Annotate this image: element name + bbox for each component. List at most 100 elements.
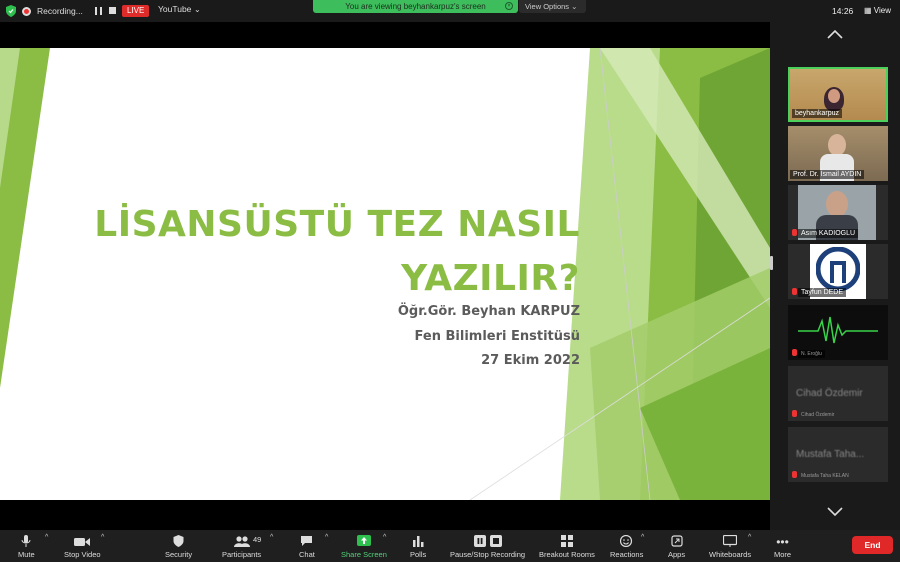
participant-tile[interactable]: Prof. Dr. İsmail AYDIN <box>788 126 888 181</box>
slide-title-line1: LİSANSÜSTÜ TEZ NASIL <box>94 204 580 245</box>
reactions-label: Reactions <box>610 550 644 559</box>
participant-tile[interactable]: N. Eroğlu <box>788 305 888 360</box>
apps-button[interactable]: Apps <box>668 530 685 562</box>
person-face <box>826 191 848 217</box>
slide-institute: Fen Bilimleri Enstitüsü <box>414 329 580 344</box>
presentation-slide: LİSANSÜSTÜ TEZ NASIL YAZILIR? Öğr.Gör. B… <box>0 48 770 500</box>
microphone-icon <box>21 535 31 547</box>
apps-label: Apps <box>668 550 686 559</box>
mute-options-caret[interactable]: ^ <box>45 534 48 541</box>
participant-tile[interactable]: Cihad Özdemir Cihad Özdemir <box>788 366 888 421</box>
slide-presenter: Öğr.Gör. Beyhan KARPUZ <box>397 304 580 319</box>
participants-options-caret[interactable]: ^ <box>270 534 273 541</box>
recording-indicator: Recording... <box>22 3 83 19</box>
apps-icon <box>670 535 683 547</box>
view-label: View <box>873 6 891 15</box>
recording-label: Recording... <box>37 6 83 16</box>
chevron-up-icon[interactable] <box>827 30 843 39</box>
person-face <box>828 134 846 156</box>
share-screen-icon <box>356 535 371 546</box>
reactions-smiley-icon <box>620 535 633 547</box>
breakout-rooms-icon <box>560 535 573 547</box>
polls-label: Polls <box>410 550 427 559</box>
participant-tile[interactable]: Tayfun DEDE <box>788 244 888 299</box>
participant-tile[interactable]: beyhankarpuz <box>788 67 888 122</box>
pause-stop-recording-label: Pause/Stop Recording <box>450 550 526 559</box>
participants-icon <box>233 536 250 547</box>
video-camera-icon <box>74 538 91 546</box>
security-shield-icon <box>173 535 184 547</box>
muted-mic-icon <box>792 471 797 478</box>
whiteboards-options-caret[interactable]: ^ <box>748 534 751 541</box>
chat-button[interactable]: Chat <box>299 530 315 562</box>
participant-video-name: Mustafa Taha... <box>796 449 865 460</box>
pause-recording-icon[interactable] <box>95 7 102 15</box>
video-options-caret[interactable]: ^ <box>101 534 104 541</box>
pause-stop-icon <box>473 535 502 547</box>
audio-waveform <box>798 316 878 344</box>
whiteboards-label: Whiteboards <box>709 550 752 559</box>
chevron-down-icon[interactable] <box>827 507 843 516</box>
top-bar: Recording... LIVE YouTube ⌄ You are view… <box>0 0 900 22</box>
view-options-label: View Options <box>525 2 570 11</box>
reactions-button[interactable]: Reactions <box>610 530 643 562</box>
chevron-down-icon[interactable]: ⌄ <box>194 5 201 14</box>
clock: 14:26 <box>832 6 854 16</box>
reactions-options-caret[interactable]: ^ <box>641 534 644 541</box>
participant-name: Asım KADIOGLU <box>798 229 859 238</box>
mute-label: Mute <box>18 550 35 559</box>
chat-label: Chat <box>299 550 315 559</box>
participant-strip: beyhankarpuz Prof. Dr. İsmail AYDIN Asım… <box>770 22 900 530</box>
participant-name: Cihad Özdemir <box>801 412 835 418</box>
participant-name: Mustafa Taha KELAN <box>801 473 849 479</box>
recording-dot-icon <box>22 6 31 16</box>
shield-icon[interactable] <box>6 5 16 17</box>
whiteboards-button[interactable]: Whiteboards <box>709 530 751 562</box>
security-label: Security <box>165 550 193 559</box>
close-icon[interactable]: × <box>505 2 513 10</box>
muted-mic-icon <box>792 410 797 417</box>
share-screen-button[interactable]: Share Screen <box>341 530 387 562</box>
breakout-rooms-button[interactable]: Breakout Rooms <box>539 530 595 562</box>
end-meeting-button[interactable]: End <box>852 536 893 554</box>
breakout-rooms-label: Breakout Rooms <box>539 550 595 559</box>
university-logo-icon <box>816 247 860 291</box>
slide-date: 27 Ekim 2022 <box>481 353 580 368</box>
participant-video-name: Cihad Özdemir <box>796 388 863 399</box>
slide-title: LİSANSÜSTÜ TEZ NASIL YAZILIR? <box>94 198 580 306</box>
muted-mic-icon <box>792 349 797 356</box>
mute-button[interactable]: Mute <box>18 530 35 562</box>
participant-tile[interactable]: Mustafa Taha... Mustafa Taha KELAN <box>788 427 888 482</box>
participants-count: 49 <box>253 535 262 544</box>
person-face <box>828 89 840 103</box>
live-badge: LIVE <box>122 5 150 17</box>
more-button[interactable]: ••• More <box>774 530 791 562</box>
chat-bubble-icon <box>301 536 313 546</box>
share-options-caret[interactable]: ^ <box>383 534 386 541</box>
participant-tile[interactable]: Asım KADIOGLU <box>788 185 888 240</box>
stream-target-dropdown[interactable]: YouTube <box>158 4 191 14</box>
whiteboard-icon <box>723 535 738 547</box>
chat-options-caret[interactable]: ^ <box>325 534 328 541</box>
pause-stop-recording-button[interactable]: Pause/Stop Recording <box>450 530 525 562</box>
view-options-button[interactable]: View Options ⌄ <box>519 0 586 13</box>
polls-bar-icon <box>413 536 424 547</box>
participants-label: Participants <box>222 550 262 559</box>
participant-name: Tayfun DEDE <box>798 288 847 297</box>
security-button[interactable]: Security <box>165 530 192 562</box>
polls-button[interactable]: Polls <box>410 530 426 562</box>
stop-recording-icon[interactable] <box>109 7 116 14</box>
view-button[interactable]: ▦ View <box>864 6 891 15</box>
participant-name: Prof. Dr. İsmail AYDIN <box>790 170 865 179</box>
viewing-banner-text: You are viewing beyhankarpuz's screen <box>345 2 486 11</box>
viewing-banner: You are viewing beyhankarpuz's screen × <box>313 0 518 13</box>
share-screen-label: Share Screen <box>341 550 387 559</box>
slide-title-line2: YAZILIR? <box>401 258 580 299</box>
stop-video-label: Stop Video <box>64 550 101 559</box>
meeting-toolbar: Mute ^ Stop Video ^ Security Participant… <box>0 530 900 562</box>
participant-name: N. Eroğlu <box>798 350 825 358</box>
stop-video-button[interactable]: Stop Video <box>64 530 101 562</box>
resize-handle[interactable] <box>770 256 773 270</box>
participant-name: beyhankarpuz <box>792 109 842 118</box>
more-dots-icon: ••• <box>776 535 789 549</box>
